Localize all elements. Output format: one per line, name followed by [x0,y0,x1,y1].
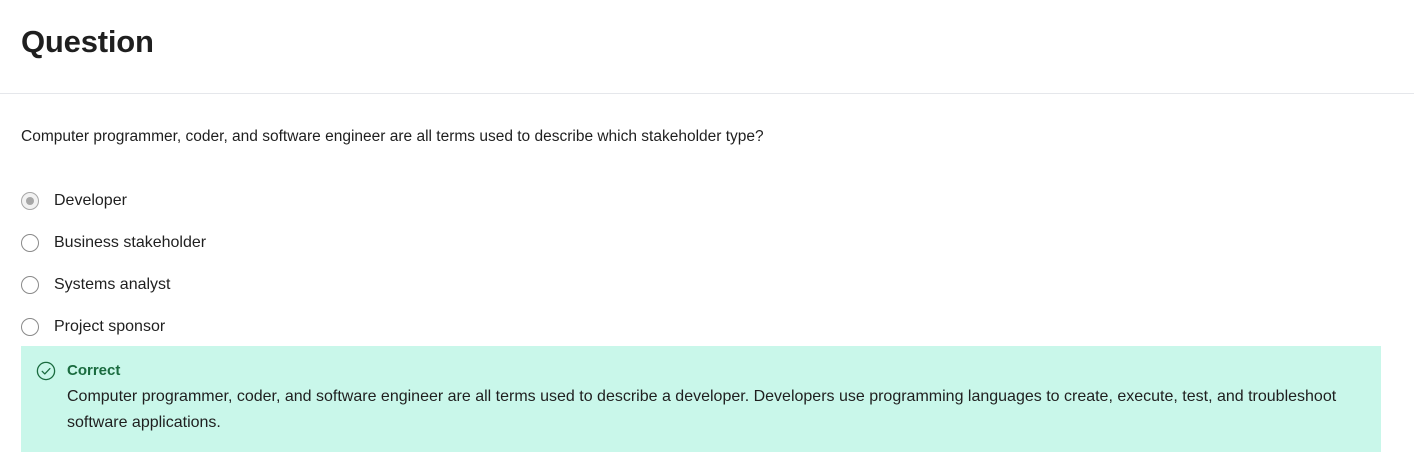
radio-selected-icon[interactable] [21,192,39,210]
check-circle-icon [36,361,56,381]
option-label: Systems analyst [54,276,171,293]
option-project-sponsor[interactable]: Project sponsor [21,306,206,348]
radio-icon[interactable] [21,318,39,336]
option-label: Project sponsor [54,318,166,335]
radio-icon[interactable] [21,234,39,252]
page-title: Question [21,24,154,59]
option-label: Developer [54,192,127,209]
option-systems-analyst[interactable]: Systems analyst [21,264,206,306]
feedback-panel: Correct Computer programmer, coder, and … [21,346,1381,452]
radio-icon[interactable] [21,276,39,294]
answer-options: Developer Business stakeholder Systems a… [21,180,206,348]
option-business-stakeholder[interactable]: Business stakeholder [21,222,206,264]
feedback-text: Computer programmer, coder, and software… [67,388,1337,431]
feedback-status: Correct [67,362,121,379]
option-developer[interactable]: Developer [21,180,206,222]
header: Question [0,0,1414,94]
question-prompt: Computer programmer, coder, and software… [21,128,764,145]
option-label: Business stakeholder [54,234,207,251]
